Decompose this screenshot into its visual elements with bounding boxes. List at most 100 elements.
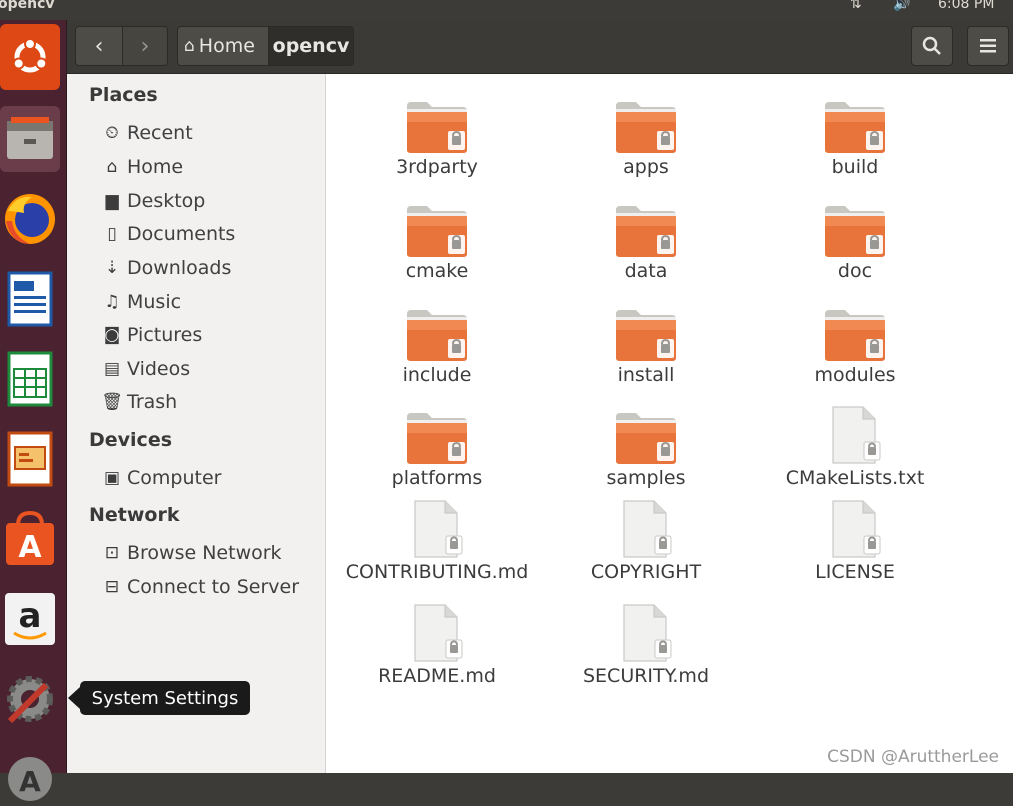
back-button[interactable]: ‹	[75, 26, 123, 66]
file-name: install	[617, 364, 675, 386]
sidebar-item-videos[interactable]: ▤ Videos	[101, 354, 190, 384]
file-icon	[823, 499, 887, 559]
ubuntu-software-icon[interactable]: A	[0, 506, 60, 572]
folder-icon: ▆	[105, 191, 119, 211]
folder-item[interactable]: data	[561, 198, 731, 282]
volume-icon[interactable]: 🔊	[893, 0, 910, 12]
file-name: LICENSE	[815, 561, 895, 583]
watermark: CSDN @AruttherLee	[827, 747, 999, 767]
hamburger-menu-icon	[980, 39, 996, 53]
download-icon: ⇣	[104, 258, 120, 278]
svg-text:a: a	[19, 596, 42, 636]
file-grid: 3rdparty apps build cmake data doc include inst…	[326, 74, 1013, 773]
file-icon	[614, 603, 678, 663]
file-name: 3rdparty	[396, 156, 478, 178]
server-icon: ⊟	[104, 577, 120, 597]
file-item[interactable]: README.md	[352, 603, 522, 687]
folder-icon	[405, 94, 469, 154]
path-home-label: Home	[198, 35, 255, 57]
ubuntu-dash-icon[interactable]	[0, 24, 60, 90]
sidebar-item-label: Documents	[127, 223, 236, 245]
sidebar-item-downloads[interactable]: ⇣ Downloads	[101, 253, 231, 283]
software-updater-icon[interactable]: A	[0, 740, 60, 806]
file-name: modules	[814, 364, 896, 386]
sidebar: Places ⏲ Recent ⌂ Home ▆ Desktop ▯ Docum…	[67, 74, 326, 773]
libreoffice-impress-icon[interactable]	[0, 426, 60, 492]
file-name: samples	[606, 467, 686, 489]
folder-item[interactable]: doc	[770, 198, 940, 282]
sidebar-item-recent[interactable]: ⏲ Recent	[101, 118, 193, 148]
sidebar-item-connect-to-server[interactable]: ⊟ Connect to Server	[101, 572, 299, 602]
network-icon: ⊡	[104, 543, 120, 563]
sidebar-item-browse-network[interactable]: ⊡ Browse Network	[101, 538, 282, 568]
folder-item[interactable]: build	[770, 94, 940, 178]
folder-item[interactable]: include	[352, 302, 522, 386]
search-icon	[922, 36, 941, 55]
file-item[interactable]: COPYRIGHT	[561, 499, 731, 583]
devices-header: Devices	[89, 429, 173, 451]
film-icon: ▤	[103, 359, 121, 379]
file-item[interactable]: CMakeLists.txt	[770, 405, 940, 489]
file-name: build	[831, 156, 879, 178]
sidebar-item-label: Browse Network	[127, 542, 282, 564]
file-name: COPYRIGHT	[590, 561, 702, 583]
folder-item[interactable]: platforms	[352, 405, 522, 489]
libreoffice-calc-icon[interactable]	[0, 346, 60, 412]
folder-icon	[614, 302, 678, 362]
sidebar-item-computer[interactable]: ▣ Computer	[101, 463, 221, 493]
launcher-tooltip: System Settings	[68, 681, 250, 715]
folder-item[interactable]: samples	[561, 405, 731, 489]
folder-item[interactable]: cmake	[352, 198, 522, 282]
path-current-button[interactable]: opencv	[268, 26, 354, 66]
home-icon: ⌂	[106, 157, 118, 177]
sidebar-item-label: Computer	[127, 467, 222, 489]
launcher: A a A	[0, 20, 67, 801]
folder-item[interactable]: modules	[770, 302, 940, 386]
home-icon: ⌂	[184, 36, 195, 56]
forward-button[interactable]: ›	[122, 26, 168, 66]
sidebar-item-documents[interactable]: ▯ Documents	[101, 219, 235, 249]
system-settings-icon[interactable]	[0, 666, 60, 732]
folder-icon	[823, 198, 887, 258]
file-name: doc	[837, 260, 873, 282]
folder-icon	[405, 405, 469, 465]
sidebar-item-label: Videos	[127, 358, 191, 380]
firefox-icon[interactable]	[0, 186, 60, 252]
clock[interactable]: 6:08 PM	[938, 0, 994, 12]
path-home-button[interactable]: ⌂ Home	[177, 26, 269, 66]
menu-button[interactable]	[967, 26, 1009, 66]
file-icon	[405, 499, 469, 559]
file-name: README.md	[378, 665, 496, 687]
file-name: cmake	[405, 260, 469, 282]
folder-icon	[405, 198, 469, 258]
sidebar-item-label: Trash	[127, 391, 178, 413]
files-icon[interactable]	[0, 106, 60, 172]
folder-item[interactable]: install	[561, 302, 731, 386]
file-name: CMakeLists.txt	[785, 467, 925, 489]
sidebar-item-music[interactable]: ♫ Music	[101, 287, 181, 317]
amazon-icon[interactable]: a	[0, 586, 60, 652]
chevron-right-icon: ›	[140, 33, 150, 59]
sidebar-item-label: Recent	[127, 122, 193, 144]
folder-item[interactable]: apps	[561, 94, 731, 178]
file-item[interactable]: SECURITY.md	[561, 603, 731, 687]
network-updown-icon[interactable]: ⇅	[850, 0, 862, 12]
file-name: data	[624, 260, 668, 282]
file-item[interactable]: LICENSE	[770, 499, 940, 583]
window-title: opencv	[0, 0, 55, 12]
drive-icon: ▣	[103, 468, 121, 488]
chevron-left-icon: ‹	[94, 33, 104, 59]
libreoffice-writer-icon[interactable]	[0, 266, 60, 332]
file-item[interactable]: CONTRIBUTING.md	[346, 499, 528, 583]
folder-item[interactable]: 3rdparty	[352, 94, 522, 178]
sidebar-item-desktop[interactable]: ▆ Desktop	[101, 186, 205, 216]
trash-icon: 🗑	[101, 392, 123, 412]
file-icon	[614, 499, 678, 559]
top-panel: opencv ⇅ 🔊 6:08 PM	[0, 0, 1013, 20]
sidebar-item-home[interactable]: ⌂ Home	[101, 152, 184, 182]
search-button[interactable]	[911, 26, 953, 66]
sidebar-item-pictures[interactable]: ◙ Pictures	[101, 320, 203, 350]
clock-icon: ⏲	[105, 123, 119, 143]
file-name: include	[402, 364, 472, 386]
sidebar-item-trash[interactable]: 🗑 Trash	[101, 387, 177, 417]
